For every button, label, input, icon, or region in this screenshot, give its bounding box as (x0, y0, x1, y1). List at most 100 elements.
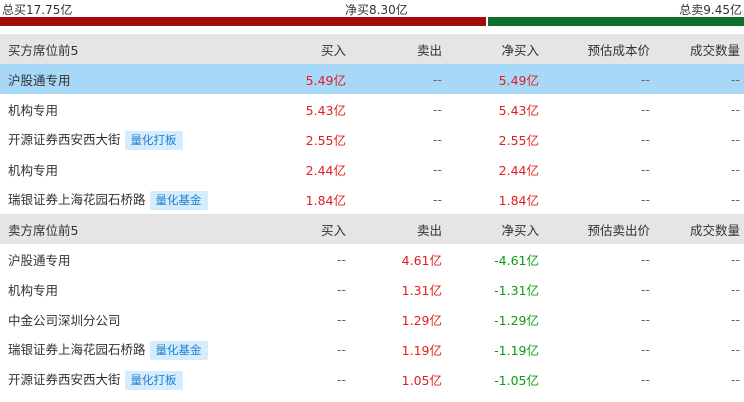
sell-amount: 1.29亿 (401, 312, 442, 328)
seat-name[interactable]: 开源证券西安西大街 (8, 132, 121, 147)
col-buy-seats: 买方席位前5 (8, 42, 79, 58)
net-amount: -4.61亿 (494, 252, 539, 268)
seat-name[interactable]: 机构专用 (8, 103, 58, 118)
buy-amount: -- (336, 371, 346, 387)
net-amount: 1.84亿 (498, 192, 539, 208)
seat-name-cell: 沪股通专用 (0, 244, 258, 274)
net-amount: 2.44亿 (498, 162, 539, 178)
table-row[interactable]: 开源证券西安西大街 量化打板 -- 1.05亿 -1.05亿 -- -- (0, 364, 744, 394)
table-row[interactable]: 开源证券西安西大街 量化打板 2.55亿 -- 2.55亿 -- -- (0, 124, 744, 154)
trade-qty: -- (730, 341, 740, 357)
est-price: -- (640, 251, 650, 267)
seat-name[interactable]: 机构专用 (8, 283, 58, 298)
net-amount: 5.43亿 (498, 102, 539, 118)
trade-qty: -- (730, 191, 740, 207)
sell-amount: 1.05亿 (401, 372, 442, 388)
sell-ratio-fill (487, 17, 744, 26)
buy-ratio-fill (0, 17, 486, 26)
seat-name-cell: 开源证券西安西大街 量化打板 (0, 124, 258, 154)
seat-name-cell: 沪股通专用 (0, 64, 258, 94)
sell-amount: -- (432, 191, 442, 207)
col-sell: 卖出 (416, 222, 442, 238)
col-net: 净买入 (501, 222, 539, 238)
seat-name[interactable]: 沪股通专用 (8, 253, 71, 268)
col-est-sell-price: 预估卖出价 (587, 222, 650, 238)
seat-tag-badge[interactable]: 量化基金 (149, 190, 208, 210)
col-buy: 买入 (320, 42, 346, 58)
seats-table: 买方席位前5 买入 卖出 净买入 预估成本价 成交数量 沪股通专用 5.49亿 --… (0, 34, 744, 394)
trade-qty: -- (730, 311, 740, 327)
sell-amount: 1.31亿 (401, 282, 442, 298)
table-row[interactable]: 机构专用 5.43亿 -- 5.43亿 -- -- (0, 94, 744, 124)
col-sell-seats: 卖方席位前5 (8, 222, 79, 238)
seat-name[interactable]: 机构专用 (8, 163, 58, 178)
seat-name-cell: 瑞银证券上海花园石桥路 量化基金 (0, 334, 258, 364)
net-amount: -1.31亿 (494, 282, 539, 298)
sell-header-row: 卖方席位前5 买入 卖出 净买入 预估卖出价 成交数量 (0, 214, 744, 244)
col-sell: 卖出 (416, 42, 442, 58)
trade-qty: -- (730, 101, 740, 117)
buy-header-row: 买方席位前5 买入 卖出 净买入 预估成本价 成交数量 (0, 34, 744, 64)
net-amount: -1.29亿 (494, 312, 539, 328)
buy-amount: 5.49亿 (305, 72, 346, 88)
trade-qty: -- (730, 131, 740, 147)
net-amount: -1.19亿 (494, 342, 539, 358)
buy-amount: -- (336, 281, 346, 297)
table-row[interactable]: 机构专用 -- 1.31亿 -1.31亿 -- -- (0, 274, 744, 304)
seat-name-cell: 瑞银证券上海花园石桥路 量化基金 (0, 184, 258, 214)
seat-name[interactable]: 中金公司深圳分公司 (8, 313, 121, 328)
trade-qty: -- (730, 251, 740, 267)
net-amount: 2.55亿 (498, 132, 539, 148)
seat-name[interactable]: 瑞银证券上海花园石桥路 (8, 342, 146, 357)
buy-sell-ratio-bar (0, 17, 744, 26)
seat-name[interactable]: 开源证券西安西大街 (8, 372, 121, 387)
seat-name[interactable]: 瑞银证券上海花园石桥路 (8, 192, 146, 207)
col-buy: 买入 (320, 222, 346, 238)
trade-qty: -- (730, 71, 740, 87)
est-price: -- (640, 101, 650, 117)
seat-name[interactable]: 沪股通专用 (8, 73, 71, 88)
seat-name-cell: 开源证券西安西大街 量化打板 (0, 364, 258, 394)
est-price: -- (640, 131, 650, 147)
seat-name-cell: 机构专用 (0, 94, 258, 124)
table-row[interactable]: 瑞银证券上海花园石桥路 量化基金 -- 1.19亿 -1.19亿 -- -- (0, 334, 744, 364)
seat-name-cell: 机构专用 (0, 274, 258, 304)
buy-amount: 2.44亿 (305, 162, 346, 178)
summary-bar: 总买17.75亿 净买8.30亿 总卖9.45亿 (0, 0, 744, 17)
total-buy-label: 总买17.75亿 (2, 3, 73, 17)
table-row[interactable]: 机构专用 2.44亿 -- 2.44亿 -- -- (0, 154, 744, 184)
seat-tag-badge[interactable]: 量化打板 (124, 130, 183, 150)
table-row[interactable]: 中金公司深圳分公司 -- 1.29亿 -1.29亿 -- -- (0, 304, 744, 334)
est-price: -- (640, 161, 650, 177)
buy-amount: 2.55亿 (305, 132, 346, 148)
buy-seats-body: 沪股通专用 5.49亿 -- 5.49亿 -- -- 机构专用 5.43亿 -- 5.43亿 -- -… (0, 64, 744, 214)
table-row[interactable]: 沪股通专用 5.49亿 -- 5.49亿 -- -- (0, 64, 744, 94)
buy-amount: 5.43亿 (305, 102, 346, 118)
est-price: -- (640, 341, 650, 357)
sell-seats-body: 沪股通专用 -- 4.61亿 -4.61亿 -- -- 机构专用 -- 1.31亿 -1.31亿 -… (0, 244, 744, 394)
seat-name-cell: 机构专用 (0, 154, 258, 184)
est-price: -- (640, 371, 650, 387)
col-est-cost: 预估成本价 (587, 42, 650, 58)
buy-amount: -- (336, 311, 346, 327)
table-row[interactable]: 沪股通专用 -- 4.61亿 -4.61亿 -- -- (0, 244, 744, 274)
est-price: -- (640, 191, 650, 207)
col-qty: 成交数量 (689, 42, 740, 58)
net-amount: -1.05亿 (494, 372, 539, 388)
seat-name-cell: 中金公司深圳分公司 (0, 304, 258, 334)
buy-amount: -- (336, 251, 346, 267)
sell-amount: 1.19亿 (401, 342, 442, 358)
sell-amount: -- (432, 71, 442, 87)
trade-qty: -- (730, 281, 740, 297)
net-amount: 5.49亿 (498, 72, 539, 88)
table-row[interactable]: 瑞银证券上海花园石桥路 量化基金 1.84亿 -- 1.84亿 -- -- (0, 184, 744, 214)
buy-amount: 1.84亿 (305, 192, 346, 208)
sell-amount: 4.61亿 (401, 252, 442, 268)
total-sell-label: 总卖9.45亿 (679, 3, 742, 17)
est-price: -- (640, 311, 650, 327)
seat-tag-badge[interactable]: 量化打板 (124, 370, 183, 390)
trade-qty: -- (730, 371, 740, 387)
seat-tag-badge[interactable]: 量化基金 (149, 340, 208, 360)
col-qty: 成交数量 (689, 222, 740, 238)
net-buy-label: 净买8.30亿 (345, 3, 408, 17)
